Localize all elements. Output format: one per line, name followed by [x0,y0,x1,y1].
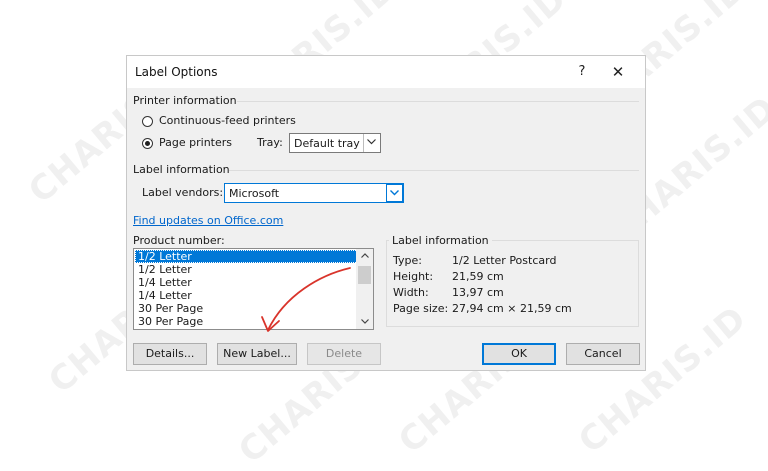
annotation-arrow [261,267,351,332]
